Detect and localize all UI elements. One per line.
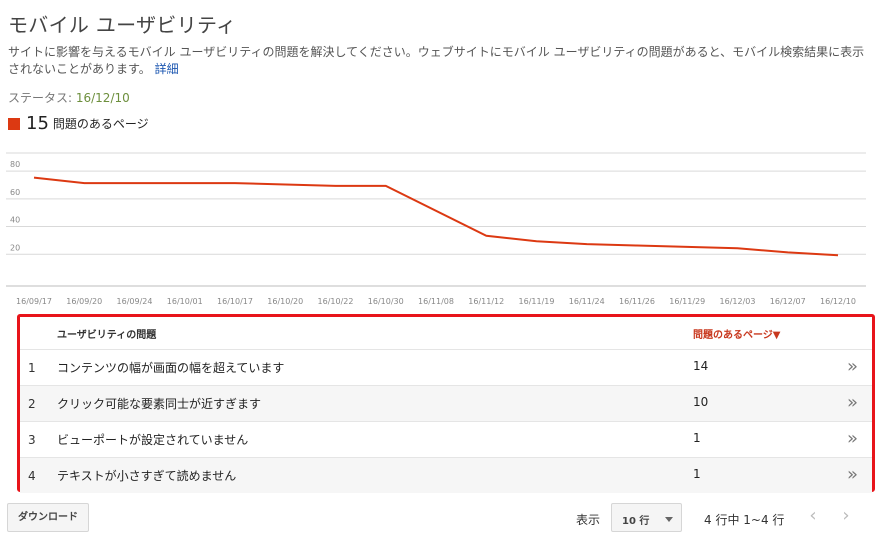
row-detail-chevron-icon[interactable]: » (847, 392, 858, 413)
table-row[interactable]: 3 ビューポートが設定されていません 1 » (20, 421, 872, 457)
y-tick-label: 80 (10, 160, 20, 169)
row-page-count: 14 (693, 359, 709, 373)
pagination-status: 4 行中 1~4 行 (704, 513, 785, 527)
row-detail-chevron-icon[interactable]: » (847, 356, 858, 377)
next-page-button[interactable]: › (831, 503, 861, 532)
previous-page-button[interactable]: ‹ (798, 503, 828, 532)
row-issue[interactable]: テキストが小さすぎて読めません (57, 467, 236, 484)
row-issue[interactable]: コンテンツの幅が画面の幅を超えています (57, 359, 284, 376)
status-label: ステータス: (8, 91, 76, 105)
page-title: モバイル ユーザビリティ (8, 13, 237, 37)
chevron-down-icon (665, 517, 673, 522)
column-header-pages-sorted[interactable]: 問題のあるページ▼ (693, 326, 781, 341)
series-color-swatch (8, 117, 20, 130)
rows-per-page-select[interactable]: 10 行 (611, 503, 682, 532)
trend-chart: 20 40 60 80 16/09/17 16/09/20 16/09/24 16/10/01… (0, 148, 893, 313)
row-issue[interactable]: クリック可能な要素同士が近すぎます (57, 395, 261, 412)
column-header-issue[interactable]: ユーザビリティの問題 (57, 326, 156, 341)
details-link[interactable]: 詳細 (155, 62, 179, 76)
x-tick-label: 16/10/01 (167, 297, 203, 306)
row-issue[interactable]: ビューポートが設定されていません (57, 431, 248, 448)
y-tick-label: 60 (10, 188, 20, 197)
x-tick-label: 16/11/12 (468, 297, 504, 306)
x-tick-label: 16/10/22 (318, 297, 354, 306)
x-tick-label: 16/12/03 (720, 297, 756, 306)
x-tick-label: 16/09/24 (117, 297, 153, 306)
table-row[interactable]: 4 テキストが小さすぎて読めません 1 » (20, 457, 872, 493)
y-tick-label: 40 (10, 216, 20, 225)
rows-per-page-value: 10 行 (622, 516, 650, 527)
row-number: 3 (28, 433, 36, 447)
download-button[interactable]: ダウンロード (7, 503, 89, 532)
table-row[interactable]: 2 クリック可能な要素同士が近すぎます 10 » (20, 385, 872, 421)
x-tick-label: 16/10/17 (217, 297, 253, 306)
y-tick-label: 20 (10, 243, 20, 252)
row-number: 4 (28, 469, 36, 483)
series-line (33, 176, 839, 257)
x-tick-label: 16/11/26 (619, 297, 655, 306)
x-tick-label: 16/11/24 (569, 297, 605, 306)
issues-table: ユーザビリティの問題 問題のあるページ▼ 1 コンテンツの幅が画面の幅を超えてい… (17, 314, 875, 493)
row-detail-chevron-icon[interactable]: » (847, 428, 858, 449)
x-tick-label: 16/09/20 (66, 297, 102, 306)
x-tick-label: 16/11/29 (669, 297, 705, 306)
rows-per-page-label: 表示 (576, 513, 601, 527)
x-tick-label: 16/11/08 (418, 297, 454, 306)
metric-label: 問題のあるページ (52, 117, 149, 131)
table-header: ユーザビリティの問題 問題のあるページ▼ (20, 317, 872, 349)
x-tick-label: 16/10/30 (368, 297, 404, 306)
x-tick-label: 16/09/17 (16, 297, 52, 306)
row-number: 2 (28, 397, 36, 411)
row-page-count: 1 (693, 431, 701, 445)
status-date: 16/12/10 (75, 91, 130, 105)
page-description: サイトに影響を与えるモバイル ユーザビリティの問題を解決してください。ウェブサイ… (8, 44, 870, 78)
status-line: ステータス: 16/12/10 (8, 89, 130, 106)
x-tick-label: 16/12/10 (820, 297, 856, 306)
table-row[interactable]: 1 コンテンツの幅が画面の幅を超えています 14 » (20, 349, 872, 385)
issue-page-count: 15 (26, 113, 49, 134)
metric-summary: 15 問題のあるページ (8, 113, 149, 134)
x-tick-label: 16/12/07 (770, 297, 806, 306)
row-page-count: 1 (693, 467, 701, 481)
trend-chart-svg: 20 40 60 80 16/09/17 16/09/20 16/09/24 16/10/01… (6, 152, 866, 306)
x-tick-label: 16/10/20 (267, 297, 303, 306)
row-page-count: 10 (693, 395, 709, 409)
description-text: サイトに影響を与えるモバイル ユーザビリティの問題を解決してください。ウェブサイ… (8, 45, 865, 76)
row-detail-chevron-icon[interactable]: » (847, 464, 858, 485)
x-tick-label: 16/11/19 (519, 297, 555, 306)
row-number: 1 (28, 361, 36, 375)
